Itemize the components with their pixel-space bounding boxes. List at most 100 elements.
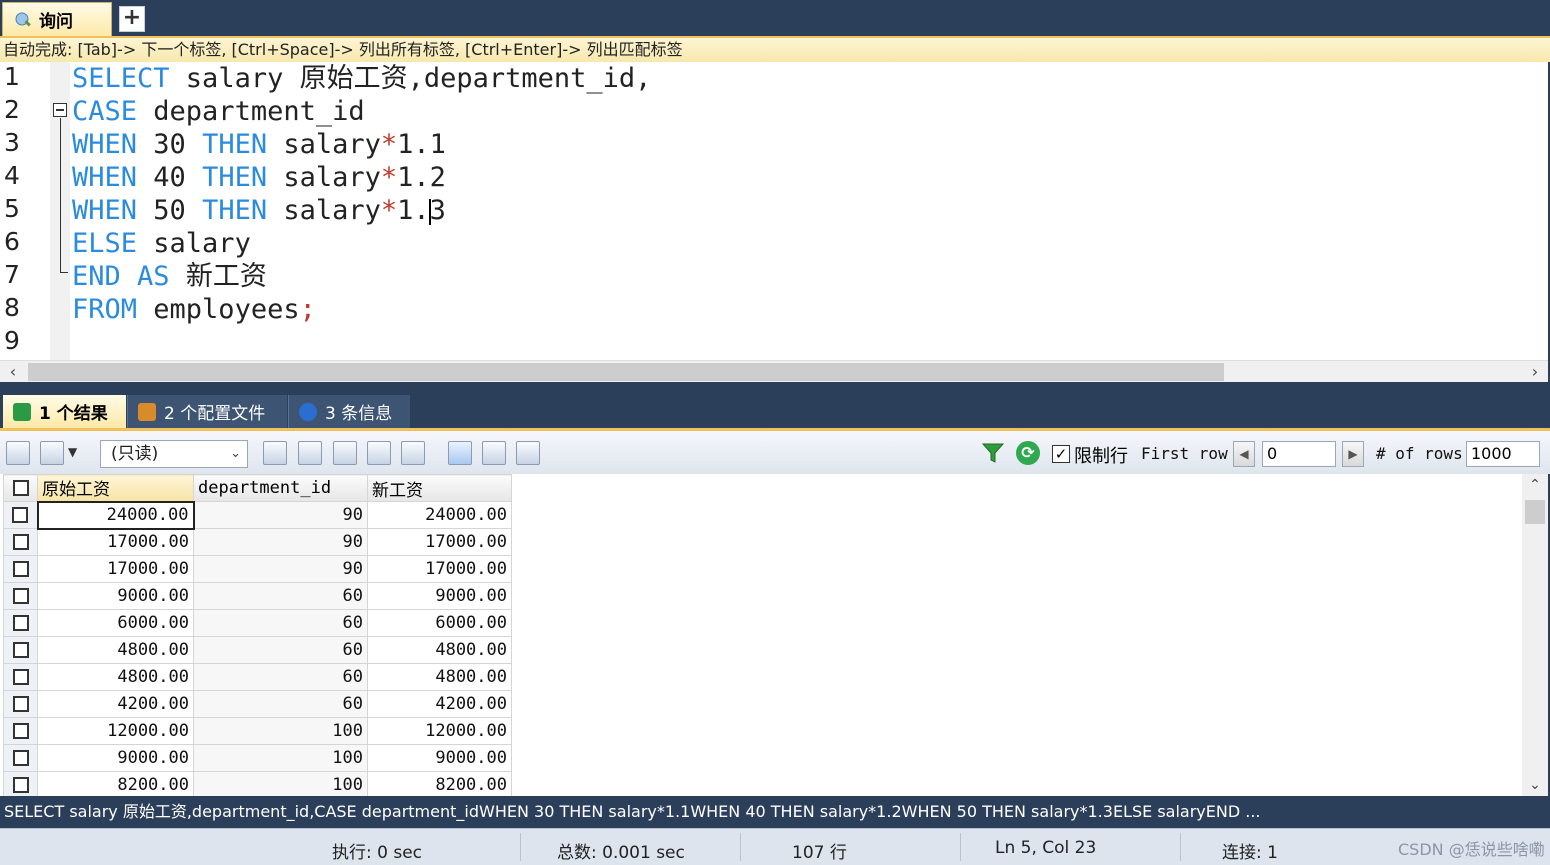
table-cell[interactable]: 24000.00 xyxy=(367,501,512,529)
first-row-input[interactable]: 0 xyxy=(1262,441,1336,467)
table-cell[interactable]: 6000.00 xyxy=(367,609,512,637)
table-cell[interactable]: 100 xyxy=(193,744,368,772)
scroll-thumb[interactable] xyxy=(1525,500,1545,524)
table-cell[interactable]: 60 xyxy=(193,609,368,637)
table-cell[interactable]: 4800.00 xyxy=(367,663,512,691)
table-cell[interactable]: 9000.00 xyxy=(367,582,512,610)
table-cell[interactable]: 12000.00 xyxy=(37,717,194,745)
filter-icon[interactable] xyxy=(981,441,1005,465)
table-row[interactable]: 12000.00 100 12000.00 xyxy=(3,717,512,745)
table-cell[interactable]: 9000.00 xyxy=(37,582,194,610)
row-checkbox[interactable] xyxy=(3,690,38,718)
table-cell[interactable]: 4200.00 xyxy=(367,690,512,718)
table-cell[interactable]: 60 xyxy=(193,663,368,691)
tab-messages[interactable]: 3 条信息 xyxy=(288,395,410,428)
table-row[interactable]: 17000.00 90 17000.00 xyxy=(3,528,512,556)
code-line[interactable]: WHEN 30 THEN salary*1.1 xyxy=(72,128,446,161)
code-line[interactable]: END AS 新工资 xyxy=(72,260,267,293)
limit-rows-checkbox[interactable]: ✓ xyxy=(1052,445,1070,463)
sql-editor[interactable]: 1 2 3 4 5 6 7 8 9 SELECT salary 原始工资,dep… xyxy=(0,62,1548,360)
table-cell[interactable]: 9000.00 xyxy=(37,744,194,772)
table-cell[interactable]: 24000.00 xyxy=(36,500,195,530)
save-icon[interactable] xyxy=(333,441,357,465)
table-cell[interactable]: 4800.00 xyxy=(37,636,194,664)
table-row[interactable]: 24000.00 90 24000.00 xyxy=(3,500,512,530)
scroll-right-icon[interactable]: › xyxy=(1524,361,1546,383)
row-checkbox[interactable] xyxy=(3,636,38,664)
table-row[interactable]: 17000.00 90 17000.00 xyxy=(3,555,512,583)
table-cell[interactable]: 17000.00 xyxy=(37,528,194,556)
code-line[interactable]: WHEN 40 THEN salary*1.2 xyxy=(72,161,446,194)
grid-view-icon[interactable] xyxy=(448,441,472,465)
code-line[interactable]: WHEN 50 THEN salary*1.3 xyxy=(72,194,446,227)
scroll-down-icon[interactable]: ⌄ xyxy=(1522,774,1548,796)
table-cell[interactable]: 90 xyxy=(193,528,368,556)
tab-results[interactable]: 1 个结果 xyxy=(3,395,126,428)
table-cell[interactable]: 60 xyxy=(193,582,368,610)
add-tab-button[interactable]: + xyxy=(119,6,145,32)
next-page-icon[interactable]: ▶ xyxy=(1342,441,1364,467)
code-line[interactable]: ELSE salary xyxy=(72,227,251,260)
code-line[interactable]: CASE department_id xyxy=(72,95,365,128)
table-cell[interactable]: 90 xyxy=(193,555,368,583)
form-view-icon[interactable] xyxy=(482,441,506,465)
row-checkbox[interactable] xyxy=(3,717,38,745)
scroll-left-icon[interactable]: ‹ xyxy=(2,361,24,383)
table-cell[interactable]: 100 xyxy=(193,771,368,799)
row-checkbox[interactable] xyxy=(3,771,38,799)
tab-profile[interactable]: 2 个配置文件 xyxy=(127,395,287,428)
delete-icon[interactable] xyxy=(367,441,391,465)
rows-count-input[interactable]: 1000 xyxy=(1466,441,1540,467)
scroll-up-icon[interactable]: ⌃ xyxy=(1522,474,1548,496)
column-header[interactable]: 原始工资 xyxy=(37,474,194,502)
table-cell[interactable]: 17000.00 xyxy=(367,528,512,556)
table-row[interactable]: 6000.00 60 6000.00 xyxy=(3,609,512,637)
scroll-thumb[interactable] xyxy=(28,363,1224,381)
text-view-icon[interactable] xyxy=(516,441,540,465)
row-checkbox[interactable] xyxy=(3,501,38,529)
row-checkbox[interactable] xyxy=(3,744,38,772)
column-header[interactable]: department_id xyxy=(193,474,368,502)
table-cell[interactable]: 9000.00 xyxy=(367,744,512,772)
column-header[interactable]: 新工资 xyxy=(367,474,512,502)
copy-grid-icon[interactable] xyxy=(40,441,64,465)
code-line[interactable]: FROM employees; xyxy=(72,293,316,326)
row-checkbox[interactable] xyxy=(3,609,38,637)
row-checkbox[interactable] xyxy=(3,555,38,583)
prev-page-icon[interactable]: ◀ xyxy=(1233,441,1255,467)
table-cell[interactable]: 90 xyxy=(193,501,368,529)
table-cell[interactable]: 8200.00 xyxy=(367,771,512,799)
table-row[interactable]: 4200.00 60 4200.00 xyxy=(3,690,512,718)
table-cell[interactable]: 60 xyxy=(193,690,368,718)
row-checkbox[interactable] xyxy=(3,528,38,556)
fold-collapse-icon[interactable] xyxy=(53,103,67,117)
table-cell[interactable]: 100 xyxy=(193,717,368,745)
code-line[interactable]: SELECT salary 原始工资,department_id, xyxy=(72,62,651,95)
grid-vertical-scrollbar[interactable]: ⌃ ⌄ xyxy=(1522,474,1548,796)
table-cell[interactable]: 17000.00 xyxy=(367,555,512,583)
select-all-checkbox[interactable] xyxy=(3,474,38,502)
table-row[interactable]: 4800.00 60 4800.00 xyxy=(3,663,512,691)
table-row[interactable]: 9000.00 100 9000.00 xyxy=(3,744,512,772)
row-checkbox[interactable] xyxy=(3,663,38,691)
table-cell[interactable]: 4800.00 xyxy=(37,663,194,691)
table-row[interactable]: 8200.00 100 8200.00 xyxy=(3,771,512,799)
query-tab[interactable]: 询问 xyxy=(2,2,112,36)
table-cell[interactable]: 8200.00 xyxy=(37,771,194,799)
duplicate-row-icon[interactable] xyxy=(298,441,322,465)
row-checkbox[interactable] xyxy=(3,582,38,610)
chevron-down-icon[interactable]: ▼ xyxy=(68,445,77,459)
export-grid-icon[interactable] xyxy=(6,441,30,465)
table-cell[interactable]: 17000.00 xyxy=(37,555,194,583)
insert-row-icon[interactable] xyxy=(263,441,287,465)
table-cell[interactable]: 60 xyxy=(193,636,368,664)
cancel-changes-icon[interactable] xyxy=(401,441,425,465)
table-row[interactable]: 4800.00 60 4800.00 xyxy=(3,636,512,664)
grid-mode-select[interactable]: (只读) ⌄ xyxy=(100,440,248,468)
table-cell[interactable]: 12000.00 xyxy=(367,717,512,745)
refresh-icon[interactable]: ⟳ xyxy=(1016,441,1040,465)
table-cell[interactable]: 4200.00 xyxy=(37,690,194,718)
editor-horizontal-scrollbar[interactable]: ‹ › xyxy=(0,360,1548,382)
table-cell[interactable]: 6000.00 xyxy=(37,609,194,637)
table-cell[interactable]: 4800.00 xyxy=(367,636,512,664)
